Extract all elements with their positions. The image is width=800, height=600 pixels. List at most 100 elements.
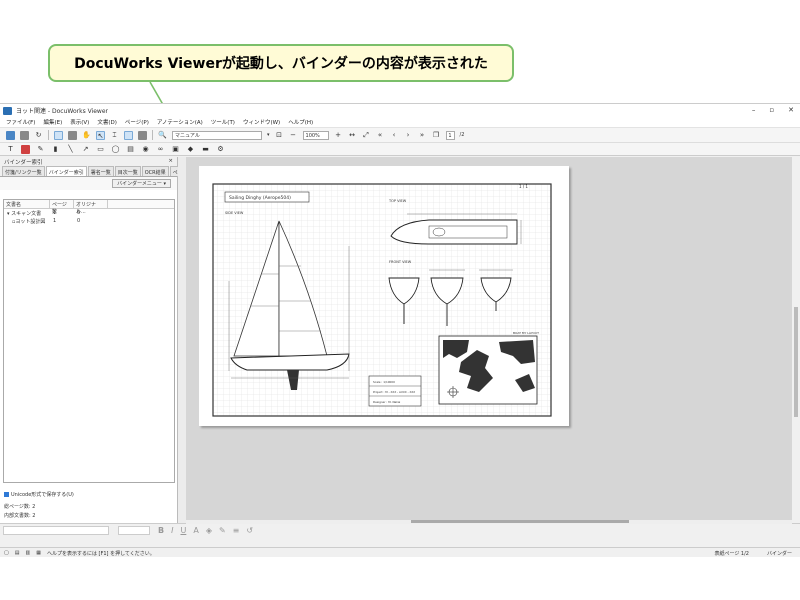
tab-annotation-list[interactable]: 付箋/リンク一覧 [2, 166, 45, 176]
text-select-icon[interactable]: ⌶ [110, 131, 119, 140]
info-project: Project : M - XXX - AXXX - XXX [373, 390, 415, 394]
scroll-thumb[interactable] [794, 307, 798, 417]
document-name: スキャン文書 [11, 210, 42, 217]
marker-icon[interactable]: ▮ [51, 145, 60, 154]
panel-splitter[interactable] [178, 157, 186, 523]
export-icon[interactable] [138, 130, 147, 140]
last-page-icon[interactable]: » [418, 131, 427, 140]
settings-icon[interactable]: ⚙ [216, 145, 225, 154]
screenshot-canvas: DocuWorks Viewerが起動し、バインダーの内容が表示された ヨット関… [0, 0, 800, 600]
font-select[interactable] [3, 526, 109, 535]
red-text-icon[interactable] [21, 144, 30, 154]
drawing-page-number: 1 / 1 [519, 184, 528, 189]
italic-icon[interactable]: I [171, 526, 173, 535]
hand-tool-icon[interactable]: ✋ [82, 131, 91, 140]
page-count: 1 [53, 218, 57, 224]
prev-page-icon[interactable]: ‹ [390, 131, 399, 140]
page-number-field[interactable]: 1 [445, 130, 455, 140]
chevron-down-icon[interactable]: ▾ [267, 132, 270, 138]
close-icon[interactable]: ✕ [788, 106, 794, 114]
unicode-label: Unicode形式で保存する(U) [11, 492, 74, 498]
rotate-icon[interactable]: ↻ [34, 131, 43, 140]
menu-annotation[interactable]: アノテーション(A) [157, 118, 203, 126]
zoom-percent-field[interactable]: 100% [302, 130, 329, 140]
underline-icon[interactable]: U [180, 526, 186, 535]
fit-window-icon[interactable]: ⤢ [362, 131, 371, 140]
top-view-label: TOP VIEW [388, 199, 407, 203]
menu-document[interactable]: 文書(D) [97, 118, 117, 126]
column-header[interactable]: ページ数 [50, 200, 74, 215]
column-header[interactable]: 文書名 [4, 200, 50, 208]
binder-menu-label: バインダーメニュー [117, 181, 162, 187]
view-mode-icon[interactable] [54, 130, 63, 140]
reset-icon[interactable]: ↺ [246, 526, 253, 535]
scroll-thumb[interactable] [411, 520, 629, 523]
print-icon[interactable] [20, 130, 29, 140]
line-icon[interactable]: ╲ [66, 145, 75, 154]
vertical-scrollbar[interactable] [792, 157, 800, 523]
tab-binder-index[interactable]: バインダー索引 [45, 166, 87, 176]
original-count: 0 [77, 210, 81, 216]
maximize-icon[interactable]: ▫ [769, 106, 774, 114]
font-size-select[interactable] [118, 526, 150, 535]
font-color-icon[interactable]: A [193, 526, 198, 535]
link-icon[interactable]: ∞ [156, 145, 165, 154]
zoom-mode-select[interactable]: マニュアル [172, 130, 262, 140]
front-view-label: FRONT VIEW [389, 260, 412, 264]
tab-toc-list[interactable]: 目次一覧 [114, 166, 141, 176]
horizontal-scrollbar[interactable] [186, 520, 792, 524]
menu-file[interactable]: ファイル(F) [6, 118, 35, 126]
line-style-icon[interactable]: ≡ [233, 526, 240, 535]
map-inset: BOAT MY LAYOUT [438, 331, 539, 405]
title-bar: ヨット関連 - DocuWorks Viewer – ▫ ✕ [0, 104, 800, 117]
stamp-icon[interactable]: ◉ [141, 145, 150, 154]
first-page-icon[interactable]: « [376, 131, 385, 140]
image-icon[interactable]: ▣ [171, 145, 180, 154]
tab-signature-list[interactable]: 署名一覧 [87, 166, 114, 176]
bold-icon[interactable]: B [158, 526, 164, 535]
menu-window[interactable]: ウィンドウ(W) [243, 118, 280, 126]
tab-ocr-result[interactable]: OCR結果 [141, 166, 169, 176]
sticky-note-icon[interactable]: ▤ [126, 145, 135, 154]
thumbnail-icon[interactable] [68, 130, 77, 140]
binder-table: 文書名 ページ数 オリジナル... ▾ スキャン文書 1 0 ▫ヨット設計図 1… [3, 199, 175, 483]
highlight-icon[interactable]: ▬ [201, 145, 210, 154]
expand-icon[interactable]: ▾ [7, 211, 10, 217]
panel-title: バインダー索引 [4, 160, 43, 166]
table-row[interactable]: ▾ スキャン文書 1 0 [4, 209, 174, 217]
binder-menu-button[interactable]: バインダーメニュー ▾ [112, 179, 171, 188]
toolbar-separator [48, 130, 49, 140]
unicode-checkbox[interactable] [4, 492, 9, 497]
column-header[interactable]: オリジナル... [74, 200, 108, 215]
table-row[interactable]: ▫ヨット設計図 1 0 [4, 217, 174, 225]
menu-page[interactable]: ページ(P) [125, 118, 149, 126]
select-tool-icon[interactable]: ↖ [96, 130, 105, 140]
fit-width-icon[interactable]: ↔ [348, 131, 357, 140]
unicode-option[interactable]: Unicode形式で保存する(U) [4, 491, 74, 498]
panel-tabs: 付箋/リンク一覧 バインダー索引 署名一覧 目次一覧 OCR結果 ページ属性 [0, 166, 201, 177]
pen-icon[interactable]: ✎ [36, 145, 45, 154]
minimize-icon[interactable]: – [752, 106, 756, 114]
fill-color-icon[interactable]: ◈ [206, 526, 212, 535]
menu-edit[interactable]: 編集(E) [43, 118, 62, 126]
zoom-out-icon[interactable]: − [289, 131, 298, 140]
menu-tools[interactable]: ツール(T) [211, 118, 235, 126]
save-icon[interactable] [6, 130, 15, 140]
ellipse-icon[interactable]: ◯ [111, 145, 120, 154]
text-annotation-icon[interactable]: T [6, 145, 15, 154]
rectangle-icon[interactable]: ▭ [96, 145, 105, 154]
menu-view[interactable]: 表示(V) [70, 118, 89, 126]
arrow-icon[interactable]: ↗ [81, 145, 90, 154]
line-color-icon[interactable]: ✎ [219, 526, 226, 535]
annotation-mode-icon[interactable] [124, 130, 133, 140]
panel-close-icon[interactable]: × [168, 158, 173, 165]
shape-icon[interactable]: ◆ [186, 145, 195, 154]
next-page-icon[interactable]: › [404, 131, 413, 140]
zoom-in-icon[interactable]: + [334, 131, 343, 140]
status-right: 表紙ページ 1/2 バインダー [714, 550, 792, 557]
status-help: ヘルプを表示するには [F1] を押してください。 [46, 550, 155, 557]
menu-help[interactable]: ヘルプ(H) [288, 118, 313, 126]
copy-page-icon[interactable]: ❐ [432, 131, 441, 140]
zoom-search-icon[interactable]: 🔍 [158, 131, 167, 140]
fit-page-icon[interactable]: ⊡ [275, 131, 284, 140]
